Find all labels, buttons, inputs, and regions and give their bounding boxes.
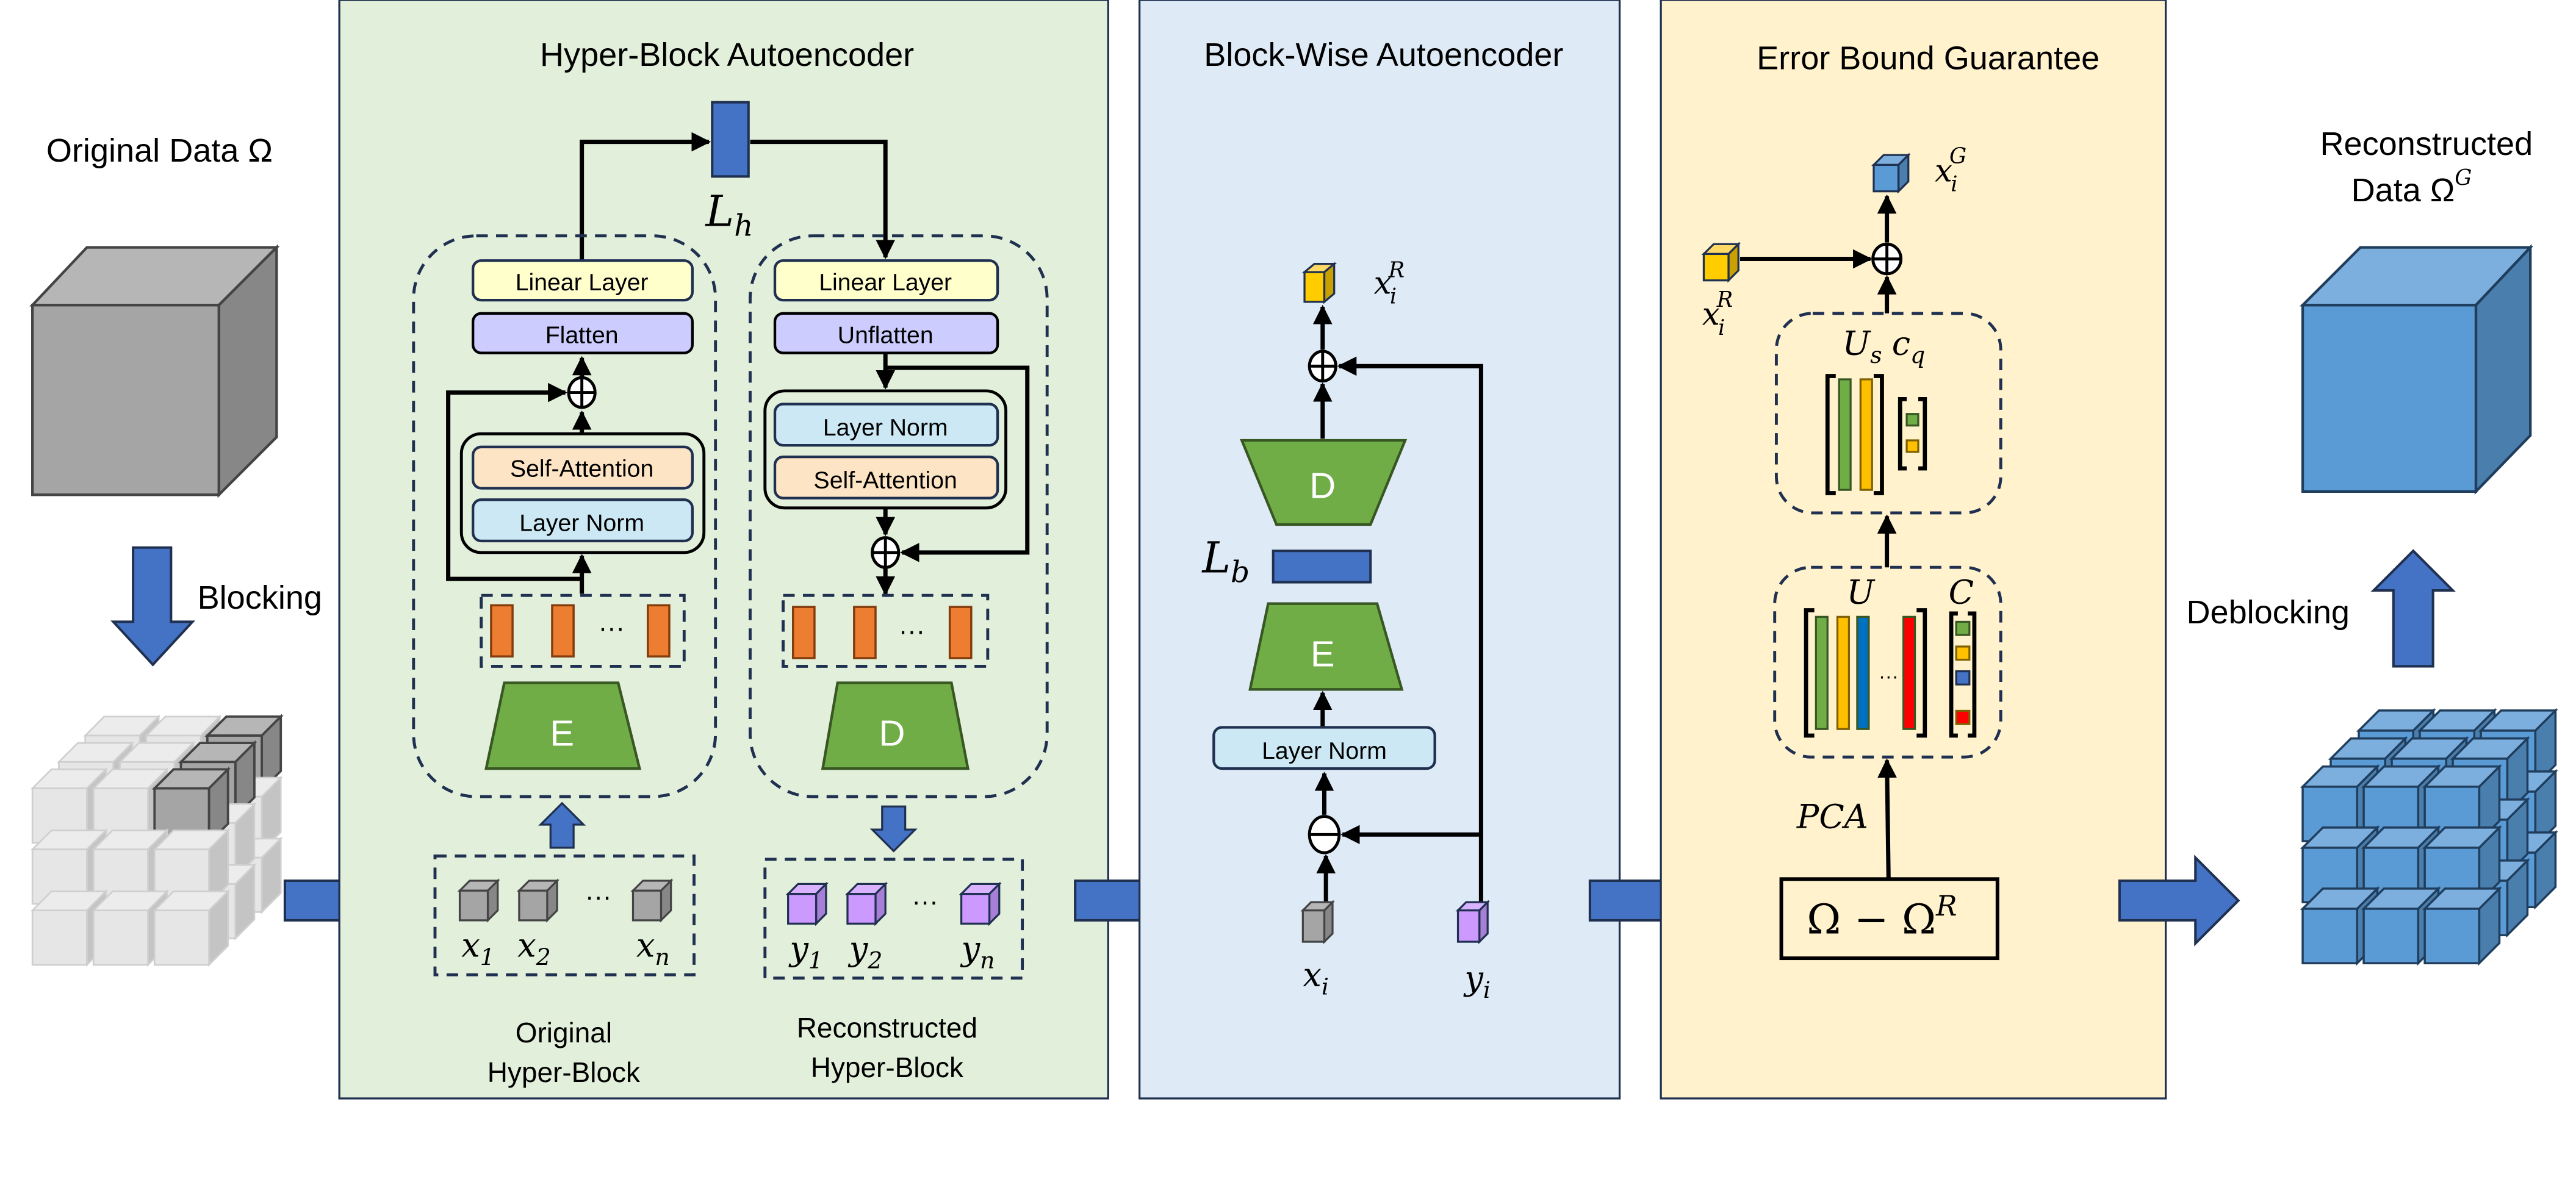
deblocked-data-grid <box>2300 708 2558 966</box>
svg-text:D: D <box>879 712 905 753</box>
pca-basis-ellipsis: ··· <box>1879 665 1898 687</box>
deblocking-arrow-icon <box>2370 549 2456 668</box>
original-blocks-ellipsis: ··· <box>585 883 611 912</box>
error-add-icon <box>1871 242 1903 276</box>
encoder-add-icon <box>567 376 597 409</box>
encoder-layer-norm: Layer Norm <box>472 498 694 543</box>
block-cube <box>516 878 559 923</box>
data-block <box>153 889 230 967</box>
guaranteed-output-cube <box>1871 152 1911 194</box>
svg-text:Linear Layer: Linear Layer <box>516 270 649 296</box>
encoder-self-attention: Self-Attention <box>472 445 694 490</box>
reconstructed-block-cube <box>1455 900 1491 944</box>
svg-text:Layer Norm: Layer Norm <box>519 511 644 537</box>
u-label: U <box>1847 573 1876 612</box>
original-hyper-caption-1: Original <box>516 1017 612 1048</box>
reconstructed-data-label-1: Reconstructed <box>2320 126 2533 162</box>
block-subtract-icon <box>1308 815 1341 855</box>
framework-diagram: Original Data Ω Blocking Hyper-Block Aut… <box>29 0 2558 1100</box>
latent-block <box>1272 550 1372 584</box>
original-data-cube <box>29 244 280 498</box>
encoder-ellipsis: ··· <box>599 614 625 643</box>
svg-text:E: E <box>550 712 574 753</box>
block-layer-norm: Layer Norm <box>1212 726 1436 770</box>
hyper-block-title: Hyper-Block Autoencoder <box>540 37 914 73</box>
decoder-ellipsis: ··· <box>899 617 925 646</box>
original-data-label: Original Data Ω <box>46 132 273 169</box>
decoder-layer-norm: Layer Norm <box>773 403 999 447</box>
svg-text:Flatten: Flatten <box>545 322 619 348</box>
pca-basis-matrix <box>1804 608 1927 738</box>
block-wise-title: Block-Wise Autoencoder <box>1204 37 1563 73</box>
svg-text:Self-Attention: Self-Attention <box>814 467 957 493</box>
blocked-data-grid <box>30 714 284 967</box>
hyper-encoder-block: E <box>484 681 642 770</box>
pca-arrow <box>1877 758 1897 880</box>
blocking-label: Blocking <box>198 579 322 616</box>
block-cube <box>845 881 888 926</box>
block-add-icon <box>1308 349 1337 383</box>
c-label: C <box>1949 573 1974 612</box>
reconstructed-input-cube <box>1701 242 1741 283</box>
decoder-linear-layer: Linear Layer <box>773 259 999 302</box>
svg-text:D: D <box>1309 465 1336 506</box>
svg-text:Layer Norm: Layer Norm <box>1262 738 1387 764</box>
pca-label: PCA <box>1796 797 1868 836</box>
encoder-linear-layer: Linear Layer <box>472 259 694 302</box>
reconstructed-data-cube <box>2299 244 2534 495</box>
svg-text:E: E <box>1311 633 1335 674</box>
block-output-cube <box>1301 262 1337 304</box>
latent-hyper-block <box>711 101 750 178</box>
svg-text:Layer Norm: Layer Norm <box>823 415 948 441</box>
data-block <box>2422 886 2502 966</box>
original-hyper-caption-2: Hyper-Block <box>487 1056 641 1088</box>
decoder-unflatten: Unflatten <box>773 312 999 354</box>
block-cube <box>785 881 829 926</box>
block-cube <box>457 878 500 923</box>
reconstructed-data-label-2: Data ΩG <box>2351 165 2472 209</box>
block-cube <box>959 881 1002 926</box>
residual-box: Ω − ΩR <box>1779 877 1999 961</box>
svg-text:Self-Attention: Self-Attention <box>510 456 653 482</box>
decoder-add-icon <box>871 536 901 569</box>
block-cube <box>630 878 674 923</box>
svg-text:Ω − ΩR: Ω − ΩR <box>1807 889 1957 944</box>
hyper-decoder-block: D <box>821 681 970 770</box>
encoder-flatten: Flatten <box>472 312 694 354</box>
block-encoder: E <box>1248 602 1404 691</box>
reconstructed-blocks-ellipsis: ··· <box>912 887 938 917</box>
blocking-arrow-icon <box>110 546 196 667</box>
input-block-cube <box>1300 900 1335 944</box>
error-bound-title: Error Bound Guarantee <box>1757 40 2099 77</box>
deblocking-label: Deblocking <box>2186 594 2350 631</box>
svg-text:Unflatten: Unflatten <box>838 322 934 348</box>
decoder-self-attention: Self-Attention <box>773 455 999 500</box>
svg-text:Linear Layer: Linear Layer <box>819 270 952 296</box>
reconstructed-hyper-caption-2: Hyper-Block <box>811 1052 964 1083</box>
reconstructed-hyper-caption-1: Reconstructed <box>797 1012 977 1044</box>
